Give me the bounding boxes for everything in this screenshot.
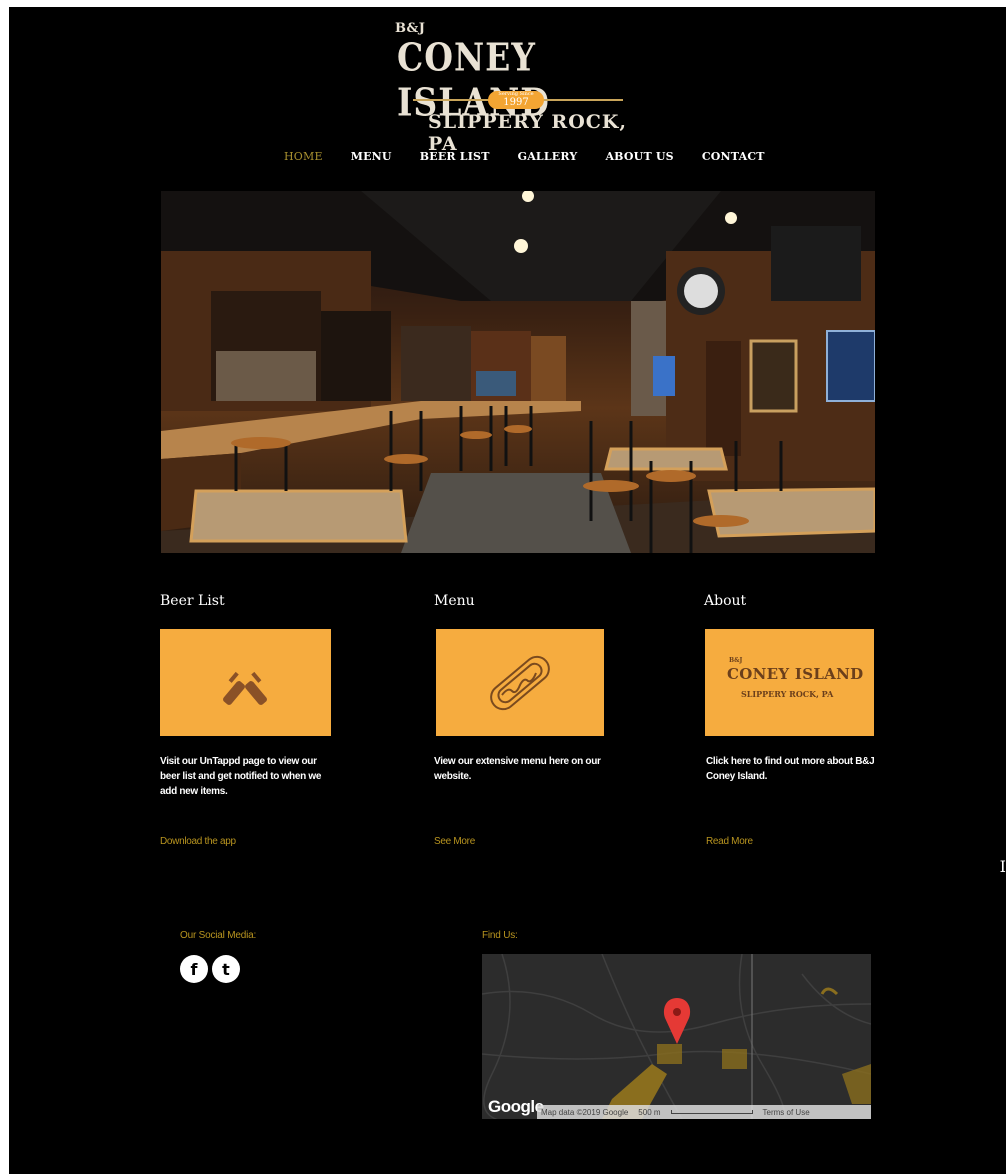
map-embed[interactable]: Google Map data ©2019 Google 500 m Terms… [482, 954, 871, 1119]
map-attribution: Map data ©2019 Google 500 m Terms of Use [537, 1105, 871, 1119]
read-more-link[interactable]: Read More [706, 836, 753, 847]
tile-logo-town: SLIPPERY ROCK, PA [741, 688, 834, 699]
map-data-text: Map data ©2019 Google [541, 1107, 629, 1117]
logo-icon: B&J CONEY ISLAND SLIPPERY ROCK, PA [727, 656, 863, 709]
main-nav: HOME MENU BEER LIST GALLERY ABOUT US CON… [284, 150, 793, 168]
nav-beer-list[interactable]: BEER LIST [420, 150, 490, 168]
beer-bottles-icon [222, 671, 267, 705]
map-scale-bar [670, 1110, 753, 1114]
logo-town: SLIPPERY ROCK, PA [428, 111, 627, 155]
logo-prefix: B&J [395, 21, 426, 36]
menu-description: View our extensive menu here on our webs… [434, 756, 601, 782]
nav-about-us[interactable]: ABOUT US [605, 150, 673, 168]
map-scale: 500 m [638, 1107, 661, 1117]
social-icons: f t [180, 955, 240, 983]
tile-logo-prefix: B&J [729, 656, 743, 664]
about-description: Click here to find out more about B&J Co… [706, 756, 875, 782]
download-app-link[interactable]: Download the app [160, 836, 236, 847]
established-small: Serving Since [498, 91, 534, 97]
map-roads [482, 954, 871, 1119]
page: B&J CONEY ISLAND Serving Since 1997 SLIP… [9, 7, 1006, 1174]
google-logo: Google [488, 1097, 544, 1116]
established-year: 1997 [503, 97, 529, 108]
see-more-link[interactable]: See More [434, 836, 475, 847]
map-terms-link[interactable]: Terms of Use [763, 1108, 810, 1117]
about-tile[interactable]: B&J CONEY ISLAND SLIPPERY ROCK, PA [705, 629, 874, 736]
nav-home[interactable]: HOME [284, 150, 323, 168]
bar-interior-illustration [161, 191, 875, 553]
established-badge: Serving Since 1997 [488, 91, 544, 109]
beer-list-title: Beer List [160, 593, 225, 609]
tile-logo-name: CONEY ISLAND [727, 664, 864, 683]
nav-gallery[interactable]: GALLERY [518, 150, 578, 168]
nav-contact[interactable]: CONTACT [702, 150, 765, 168]
about-title: About [704, 593, 747, 609]
edge-glyph: I [999, 857, 1006, 876]
map-marker-icon[interactable] [663, 998, 691, 1044]
hot-dog-icon [490, 655, 550, 710]
find-us-label: Find Us: [482, 930, 518, 941]
site-logo[interactable]: B&J CONEY ISLAND Serving Since 1997 SLIP… [395, 19, 655, 155]
facebook-icon[interactable]: f [180, 955, 208, 983]
beer-list-description: Visit our UnTappd page to view our beer … [160, 756, 322, 797]
social-media-label: Our Social Media: [180, 930, 257, 941]
beer-list-tile[interactable] [160, 629, 331, 736]
menu-title: Menu [434, 593, 475, 609]
menu-tile[interactable] [436, 629, 604, 736]
nav-menu[interactable]: MENU [351, 150, 392, 168]
twitter-icon[interactable]: t [212, 955, 240, 983]
hero-image [161, 191, 875, 553]
